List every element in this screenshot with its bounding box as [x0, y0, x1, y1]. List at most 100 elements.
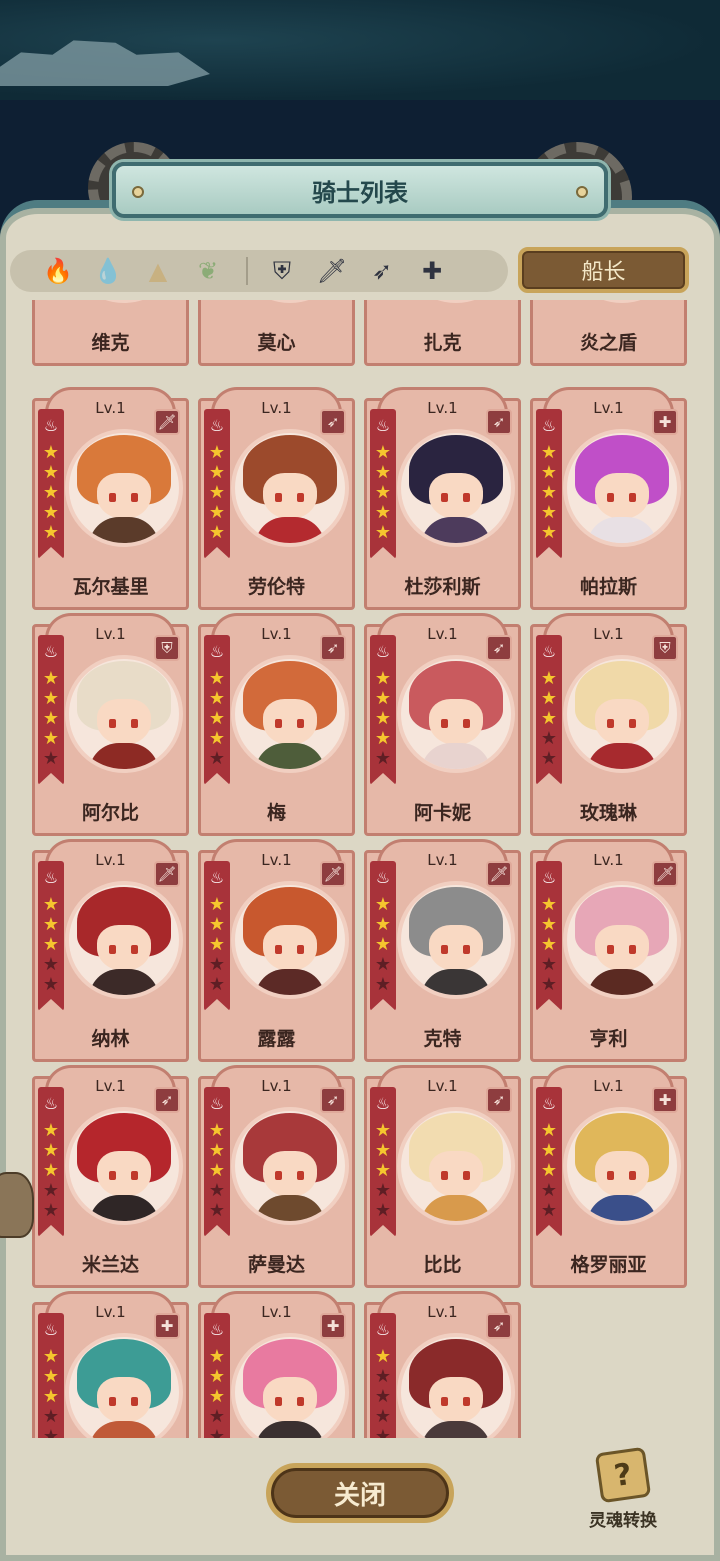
fire-element-icon: ♨	[375, 1094, 391, 1113]
knight-card[interactable]: Lv.1 ♨ ★ ★ ★ ★ ★ ⛨ 玫瑰琳	[530, 613, 687, 836]
level-label: Lv.1	[261, 1077, 292, 1095]
level-label: Lv.1	[95, 625, 126, 643]
knight-card[interactable]: Lv.1 ♨ ★ ★ ★ ★ ★ ✚ 帕拉斯	[530, 387, 687, 610]
fire-element-icon: ♨	[209, 642, 225, 661]
star-icon: ★	[208, 482, 226, 503]
knight-card[interactable]: Lv.1 ♨ ★ ★ ★ ★ ★ ➶ 阿卡妮	[364, 613, 521, 836]
star-icon: ★	[374, 442, 392, 463]
portrait-face	[97, 925, 151, 971]
earth-element-icon[interactable]: ▲	[142, 255, 174, 287]
portrait-eye	[463, 1171, 470, 1180]
star-icon: ★	[42, 934, 60, 955]
knight-name: 扎克	[423, 332, 462, 354]
ranger-class-icon[interactable]: ➶	[366, 255, 398, 287]
knight-card[interactable]: Lv.1 ♨ ★ ★ ★ ★ ★ 🗡 瓦尔基里	[32, 387, 189, 610]
knight-name: 格罗丽亚	[570, 1254, 647, 1276]
knight-card-partial[interactable]: 炎之盾	[530, 300, 687, 366]
star-icon: ★	[42, 1426, 60, 1439]
knight-portrait	[69, 433, 179, 543]
portrait-outfit	[587, 1195, 657, 1221]
star-icon: ★	[42, 1366, 60, 1387]
star-icon: ★	[540, 728, 558, 749]
level-label: Lv.1	[427, 399, 458, 417]
close-button[interactable]: 关闭	[266, 1463, 454, 1523]
knight-card[interactable]: Lv.1 ♨ ★ ★ ★ ★ ★ ➶ 米兰达	[32, 1065, 189, 1288]
support-class-icon[interactable]: ✚	[416, 255, 448, 287]
knight-card-partial[interactable]: 莫心	[198, 300, 355, 366]
warrior-class-icon[interactable]: 🗡	[316, 255, 348, 287]
star-rating: ★ ★ ★ ★ ★	[207, 443, 227, 543]
portrait-face	[263, 925, 317, 971]
fire-element-icon[interactable]: 🔥	[42, 255, 74, 287]
star-icon: ★	[42, 1406, 60, 1427]
portrait-eye	[297, 493, 304, 502]
knight-card[interactable]: Lv.1 ♨ ★ ★ ★ ★ ★ ➶ 萨曼达	[198, 1065, 355, 1288]
defender-class-icon[interactable]: ⛨	[266, 255, 298, 287]
level-label: Lv.1	[427, 1303, 458, 1321]
star-rating: ★ ★ ★ ★ ★	[539, 669, 559, 769]
knight-card-partial[interactable]: 维克	[32, 300, 189, 366]
star-rating: ★ ★ ★ ★ ★	[373, 669, 393, 769]
portrait-eye	[463, 1397, 470, 1406]
knight-card[interactable]: Lv.1 ♨ ★ ★ ★ ★ ★ ✚ 格罗丽亚	[530, 1065, 687, 1288]
panel-title-plate: 骑士列表	[112, 162, 608, 218]
star-rating: ★ ★ ★ ★ ★	[41, 669, 61, 769]
filter-divider	[246, 257, 248, 285]
water-element-icon[interactable]: 💧	[92, 255, 124, 287]
fire-element-icon: ♨	[209, 416, 225, 435]
star-icon: ★	[208, 502, 226, 523]
star-rating: ★ ★ ★ ★ ★	[373, 895, 393, 995]
knight-card[interactable]: Lv.1 ♨ ★ ★ ★ ★ ★ ➶ 杜莎利斯	[364, 387, 521, 610]
star-icon: ★	[208, 1386, 226, 1407]
soul-convert-button[interactable]: ? 灵魂转换	[578, 1446, 668, 1540]
side-character-avatar[interactable]	[0, 1172, 34, 1238]
knight-card[interactable]: Lv.1 ♨ ★ ★ ★ ★ ★ ⛨ 阿尔比	[32, 613, 189, 836]
knight-card-partial[interactable]: 扎克	[364, 300, 521, 366]
knight-card[interactable]: Lv.1 ♨ ★ ★ ★ ★ ★ ✚	[32, 1291, 189, 1439]
knight-card[interactable]: Lv.1 ♨ ★ ★ ★ ★ ★ 🗡 纳林	[32, 839, 189, 1062]
portrait-outfit	[255, 969, 325, 995]
knight-portrait	[69, 1337, 179, 1438]
knight-card[interactable]: Lv.1 ♨ ★ ★ ★ ★ ★ ➶ 劳伦特	[198, 387, 355, 610]
knight-portrait	[567, 659, 677, 769]
knight-card[interactable]: Lv.1 ♨ ★ ★ ★ ★ ★ 🗡 克特	[364, 839, 521, 1062]
knight-portrait	[567, 1111, 677, 1221]
knight-card[interactable]: Lv.1 ♨ ★ ★ ★ ★ ★ ➶	[364, 1291, 521, 1438]
star-icon: ★	[42, 688, 60, 709]
portrait-face	[97, 1377, 151, 1423]
knight-card[interactable]: Lv.1 ♨ ★ ★ ★ ★ ★ ➶ 比比	[364, 1065, 521, 1288]
level-label: Lv.1	[261, 1303, 292, 1321]
star-icon: ★	[540, 1160, 558, 1181]
soul-convert-label: 灵魂转换	[589, 1511, 657, 1531]
knight-name: 炎之盾	[579, 332, 637, 354]
level-label: Lv.1	[593, 625, 624, 643]
knight-card[interactable]: Lv.1 ♨ ★ ★ ★ ★ ★ 🗡 露露	[198, 839, 355, 1062]
portrait-eye	[297, 1171, 304, 1180]
portrait-outfit	[421, 743, 491, 769]
star-icon: ★	[540, 894, 558, 915]
knight-name: 米兰达	[81, 1254, 139, 1276]
close-button-label: 关闭	[333, 1480, 386, 1511]
star-icon: ★	[374, 1386, 392, 1407]
portrait-face	[97, 1151, 151, 1197]
portrait-eye	[441, 1397, 448, 1406]
star-icon: ★	[374, 668, 392, 689]
portrait-eye	[131, 719, 138, 728]
star-icon: ★	[208, 442, 226, 463]
captain-button[interactable]: 船长	[518, 247, 689, 293]
star-icon: ★	[374, 688, 392, 709]
knight-card[interactable]: Lv.1 ♨ ★ ★ ★ ★ ★ 🗡 亨利	[530, 839, 687, 1062]
level-label: Lv.1	[95, 1077, 126, 1095]
knight-grid[interactable]: 维克 莫心 扎克 炎之盾 Lv.1 ♨ ★ ★ ★ ★ ★ 🗡 瓦尔基里 Lv.1 ♨ ★ ★ ★ ★ ★ ➶ 劳伦特 Lv…	[10, 300, 710, 1438]
star-icon: ★	[42, 442, 60, 463]
fire-element-icon: ♨	[375, 416, 391, 435]
fire-element-icon: ♨	[541, 642, 557, 661]
star-icon: ★	[208, 954, 226, 975]
level-label: Lv.1	[95, 1303, 126, 1321]
level-label: Lv.1	[427, 625, 458, 643]
wind-element-icon[interactable]: ❦	[192, 255, 224, 287]
rivet-icon	[576, 186, 588, 198]
knight-card[interactable]: Lv.1 ♨ ★ ★ ★ ★ ★ ✚	[198, 1291, 355, 1438]
portrait-eye	[131, 1171, 138, 1180]
knight-card[interactable]: Lv.1 ♨ ★ ★ ★ ★ ★ ➶ 梅	[198, 613, 355, 836]
